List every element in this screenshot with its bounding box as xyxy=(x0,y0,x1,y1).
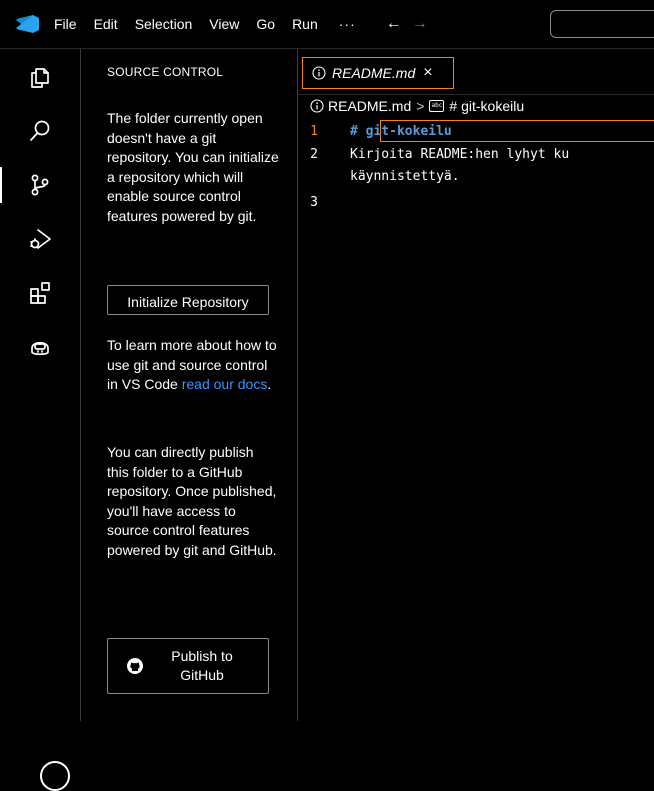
publish-button-label: Publish to GitHub xyxy=(171,648,233,683)
tab-bar: README.md × xyxy=(298,49,654,95)
editor-area: README.md × README.md > abc # git-kokeil… xyxy=(298,49,654,721)
menu-go[interactable]: Go xyxy=(256,16,275,32)
run-debug-icon[interactable] xyxy=(0,215,80,263)
learn-more-suffix: . xyxy=(267,376,272,392)
source-control-panel: SOURCE CONTROL The folder currently open… xyxy=(81,49,298,721)
menu-edit[interactable]: Edit xyxy=(94,16,118,32)
code-text: # git-kokeilu xyxy=(350,123,452,139)
code-text: Kirjoita README:hen lyhyt ku xyxy=(350,146,570,162)
account-icon[interactable] xyxy=(40,761,70,791)
code-line-2[interactable]: 2 Kirjoita README:hen lyhyt ku xyxy=(298,143,654,165)
tab-label: README.md xyxy=(332,65,416,81)
breadcrumb-symbol[interactable]: # git-kokeilu xyxy=(449,98,524,114)
back-arrow-icon[interactable]: ← xyxy=(386,15,402,33)
breadcrumb-info-icon xyxy=(310,99,324,113)
close-icon[interactable]: × xyxy=(423,64,432,82)
github-icon xyxy=(127,658,143,674)
menu-view[interactable]: View xyxy=(209,16,239,32)
code-line-3[interactable]: 3 xyxy=(298,191,654,213)
search-icon[interactable] xyxy=(0,107,80,155)
breadcrumb-file[interactable]: README.md xyxy=(328,98,411,114)
read-docs-link[interactable]: read our docs xyxy=(182,376,268,392)
menu-run[interactable]: Run xyxy=(292,16,318,32)
publish-message: You can directly publish this folder to … xyxy=(107,444,277,558)
no-repo-message: The folder currently open doesn't have a… xyxy=(107,110,279,224)
line-number: 3 xyxy=(310,194,318,210)
breadcrumb-separator: > xyxy=(416,98,425,114)
info-icon xyxy=(312,66,326,80)
string-symbol-icon: abc xyxy=(429,100,445,112)
publish-to-github-button[interactable]: Publish to GitHub xyxy=(107,638,269,694)
forward-arrow-icon[interactable]: → xyxy=(412,15,428,33)
vscode-logo-icon[interactable] xyxy=(14,14,40,34)
source-control-icon[interactable] xyxy=(0,161,80,209)
line-number: 1 xyxy=(310,123,318,139)
learn-more-text: To learn more about how to use git and s… xyxy=(107,336,279,395)
breadcrumb: README.md > abc # git-kokeilu xyxy=(310,95,524,117)
menu-more[interactable]: ··· xyxy=(339,16,356,32)
code-line-1[interactable]: 1 # git-kokeilu xyxy=(298,120,654,142)
tab-readme[interactable]: README.md × xyxy=(302,57,454,89)
menu-file[interactable]: File xyxy=(54,16,77,32)
explorer-icon[interactable] xyxy=(0,53,80,101)
code-line-2-wrap[interactable]: käynnistettyä. xyxy=(298,165,654,187)
copilot-icon[interactable] xyxy=(0,323,80,371)
command-center-search[interactable] xyxy=(550,10,654,38)
code-text: käynnistettyä. xyxy=(350,168,460,184)
initialize-repository-button[interactable]: Initialize Repository xyxy=(107,285,269,315)
title-bar: File Edit Selection View Go Run ··· ← → xyxy=(0,0,654,49)
panel-title: SOURCE CONTROL xyxy=(107,65,224,79)
activity-bar xyxy=(0,49,81,791)
menu-selection[interactable]: Selection xyxy=(135,16,193,32)
line-number: 2 xyxy=(310,146,318,162)
extensions-icon[interactable] xyxy=(0,269,80,317)
